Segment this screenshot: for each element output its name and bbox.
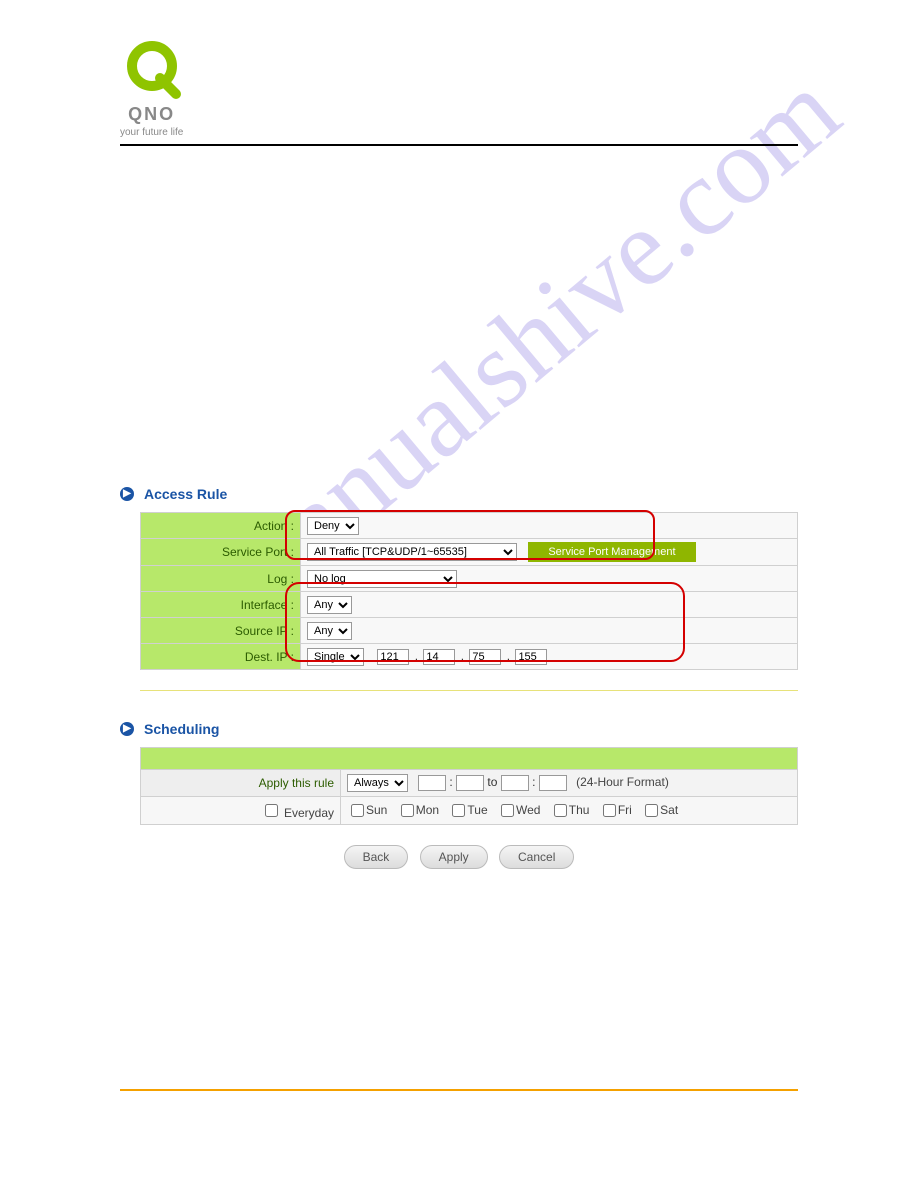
day-thu[interactable]: Thu: [550, 803, 590, 817]
day-sat[interactable]: Sat: [641, 803, 678, 817]
bullet-icon: ▶: [120, 722, 134, 736]
service-port-label: Service Port :: [141, 539, 301, 566]
apply-button[interactable]: Apply: [420, 845, 488, 869]
interface-select[interactable]: Any: [307, 596, 352, 614]
time-colon: :: [449, 775, 452, 789]
day-sat-checkbox[interactable]: [645, 804, 658, 817]
everyday-checkbox[interactable]: [265, 804, 278, 817]
scheduling-title: Scheduling: [144, 721, 219, 737]
ip-dot: .: [415, 649, 418, 663]
day-wed[interactable]: Wed: [497, 803, 540, 817]
log-label: Log :: [141, 566, 301, 592]
day-fri[interactable]: Fri: [599, 803, 632, 817]
brand-logo-block: QNO your future life: [120, 40, 183, 138]
dest-ip-label: Dest. IP :: [141, 644, 301, 670]
ip-dot: .: [507, 649, 510, 663]
action-button-row: Back Apply Cancel: [120, 845, 798, 869]
day-wed-checkbox[interactable]: [501, 804, 514, 817]
apply-rule-select[interactable]: Always: [347, 774, 408, 792]
brand-tagline: your future life: [120, 127, 183, 138]
qno-logo-icon: [122, 40, 182, 100]
footer-divider: [120, 1089, 798, 1091]
dest-ip-mode-select[interactable]: Single: [307, 648, 364, 666]
access-rule-heading: ▶ Access Rule: [120, 486, 798, 502]
scheduling-table: Apply this rule Always : to : (24-Hour F…: [140, 769, 798, 825]
dest-ip-octet-3[interactable]: [469, 649, 501, 665]
dest-ip-octet-2[interactable]: [423, 649, 455, 665]
dest-ip-octet-4[interactable]: [515, 649, 547, 665]
cancel-button[interactable]: Cancel: [499, 845, 574, 869]
day-tue-checkbox[interactable]: [452, 804, 465, 817]
brand-name: QNO: [128, 104, 175, 125]
time-from-hour[interactable]: [418, 775, 446, 791]
day-fri-checkbox[interactable]: [603, 804, 616, 817]
everyday-label[interactable]: Everyday: [261, 806, 334, 820]
hour-format-note: (24-Hour Format): [576, 775, 669, 789]
source-ip-select[interactable]: Any: [307, 622, 352, 640]
action-label: Action :: [141, 513, 301, 539]
page-header: QNO your future life: [120, 40, 798, 146]
dest-ip-octet-1[interactable]: [377, 649, 409, 665]
day-sun[interactable]: Sun: [347, 803, 387, 817]
ip-dot: .: [461, 649, 464, 663]
day-mon[interactable]: Mon: [397, 803, 439, 817]
scheduling-header-bar: [140, 747, 798, 769]
access-rule-table: Action : Deny Service Port : All Traffic…: [140, 512, 798, 670]
source-ip-label: Source IP :: [141, 618, 301, 644]
service-port-management-button[interactable]: Service Port Management: [528, 542, 695, 562]
time-from-min[interactable]: [456, 775, 484, 791]
log-select[interactable]: No log: [307, 570, 457, 588]
day-sun-checkbox[interactable]: [351, 804, 364, 817]
access-rule-title: Access Rule: [144, 486, 227, 502]
action-select[interactable]: Deny: [307, 517, 359, 535]
service-port-select[interactable]: All Traffic [TCP&UDP/1~65535]: [307, 543, 517, 561]
day-thu-checkbox[interactable]: [554, 804, 567, 817]
bullet-icon: ▶: [120, 487, 134, 501]
time-to-text: to: [487, 775, 497, 789]
day-tue[interactable]: Tue: [448, 803, 487, 817]
apply-rule-label: Apply this rule: [141, 770, 341, 797]
time-to-hour[interactable]: [501, 775, 529, 791]
time-colon: :: [532, 775, 535, 789]
interface-label: Interface :: [141, 592, 301, 618]
day-mon-checkbox[interactable]: [401, 804, 414, 817]
scheduling-heading: ▶ Scheduling: [120, 721, 798, 737]
back-button[interactable]: Back: [344, 845, 409, 869]
time-to-min[interactable]: [539, 775, 567, 791]
section-divider: [140, 690, 798, 691]
